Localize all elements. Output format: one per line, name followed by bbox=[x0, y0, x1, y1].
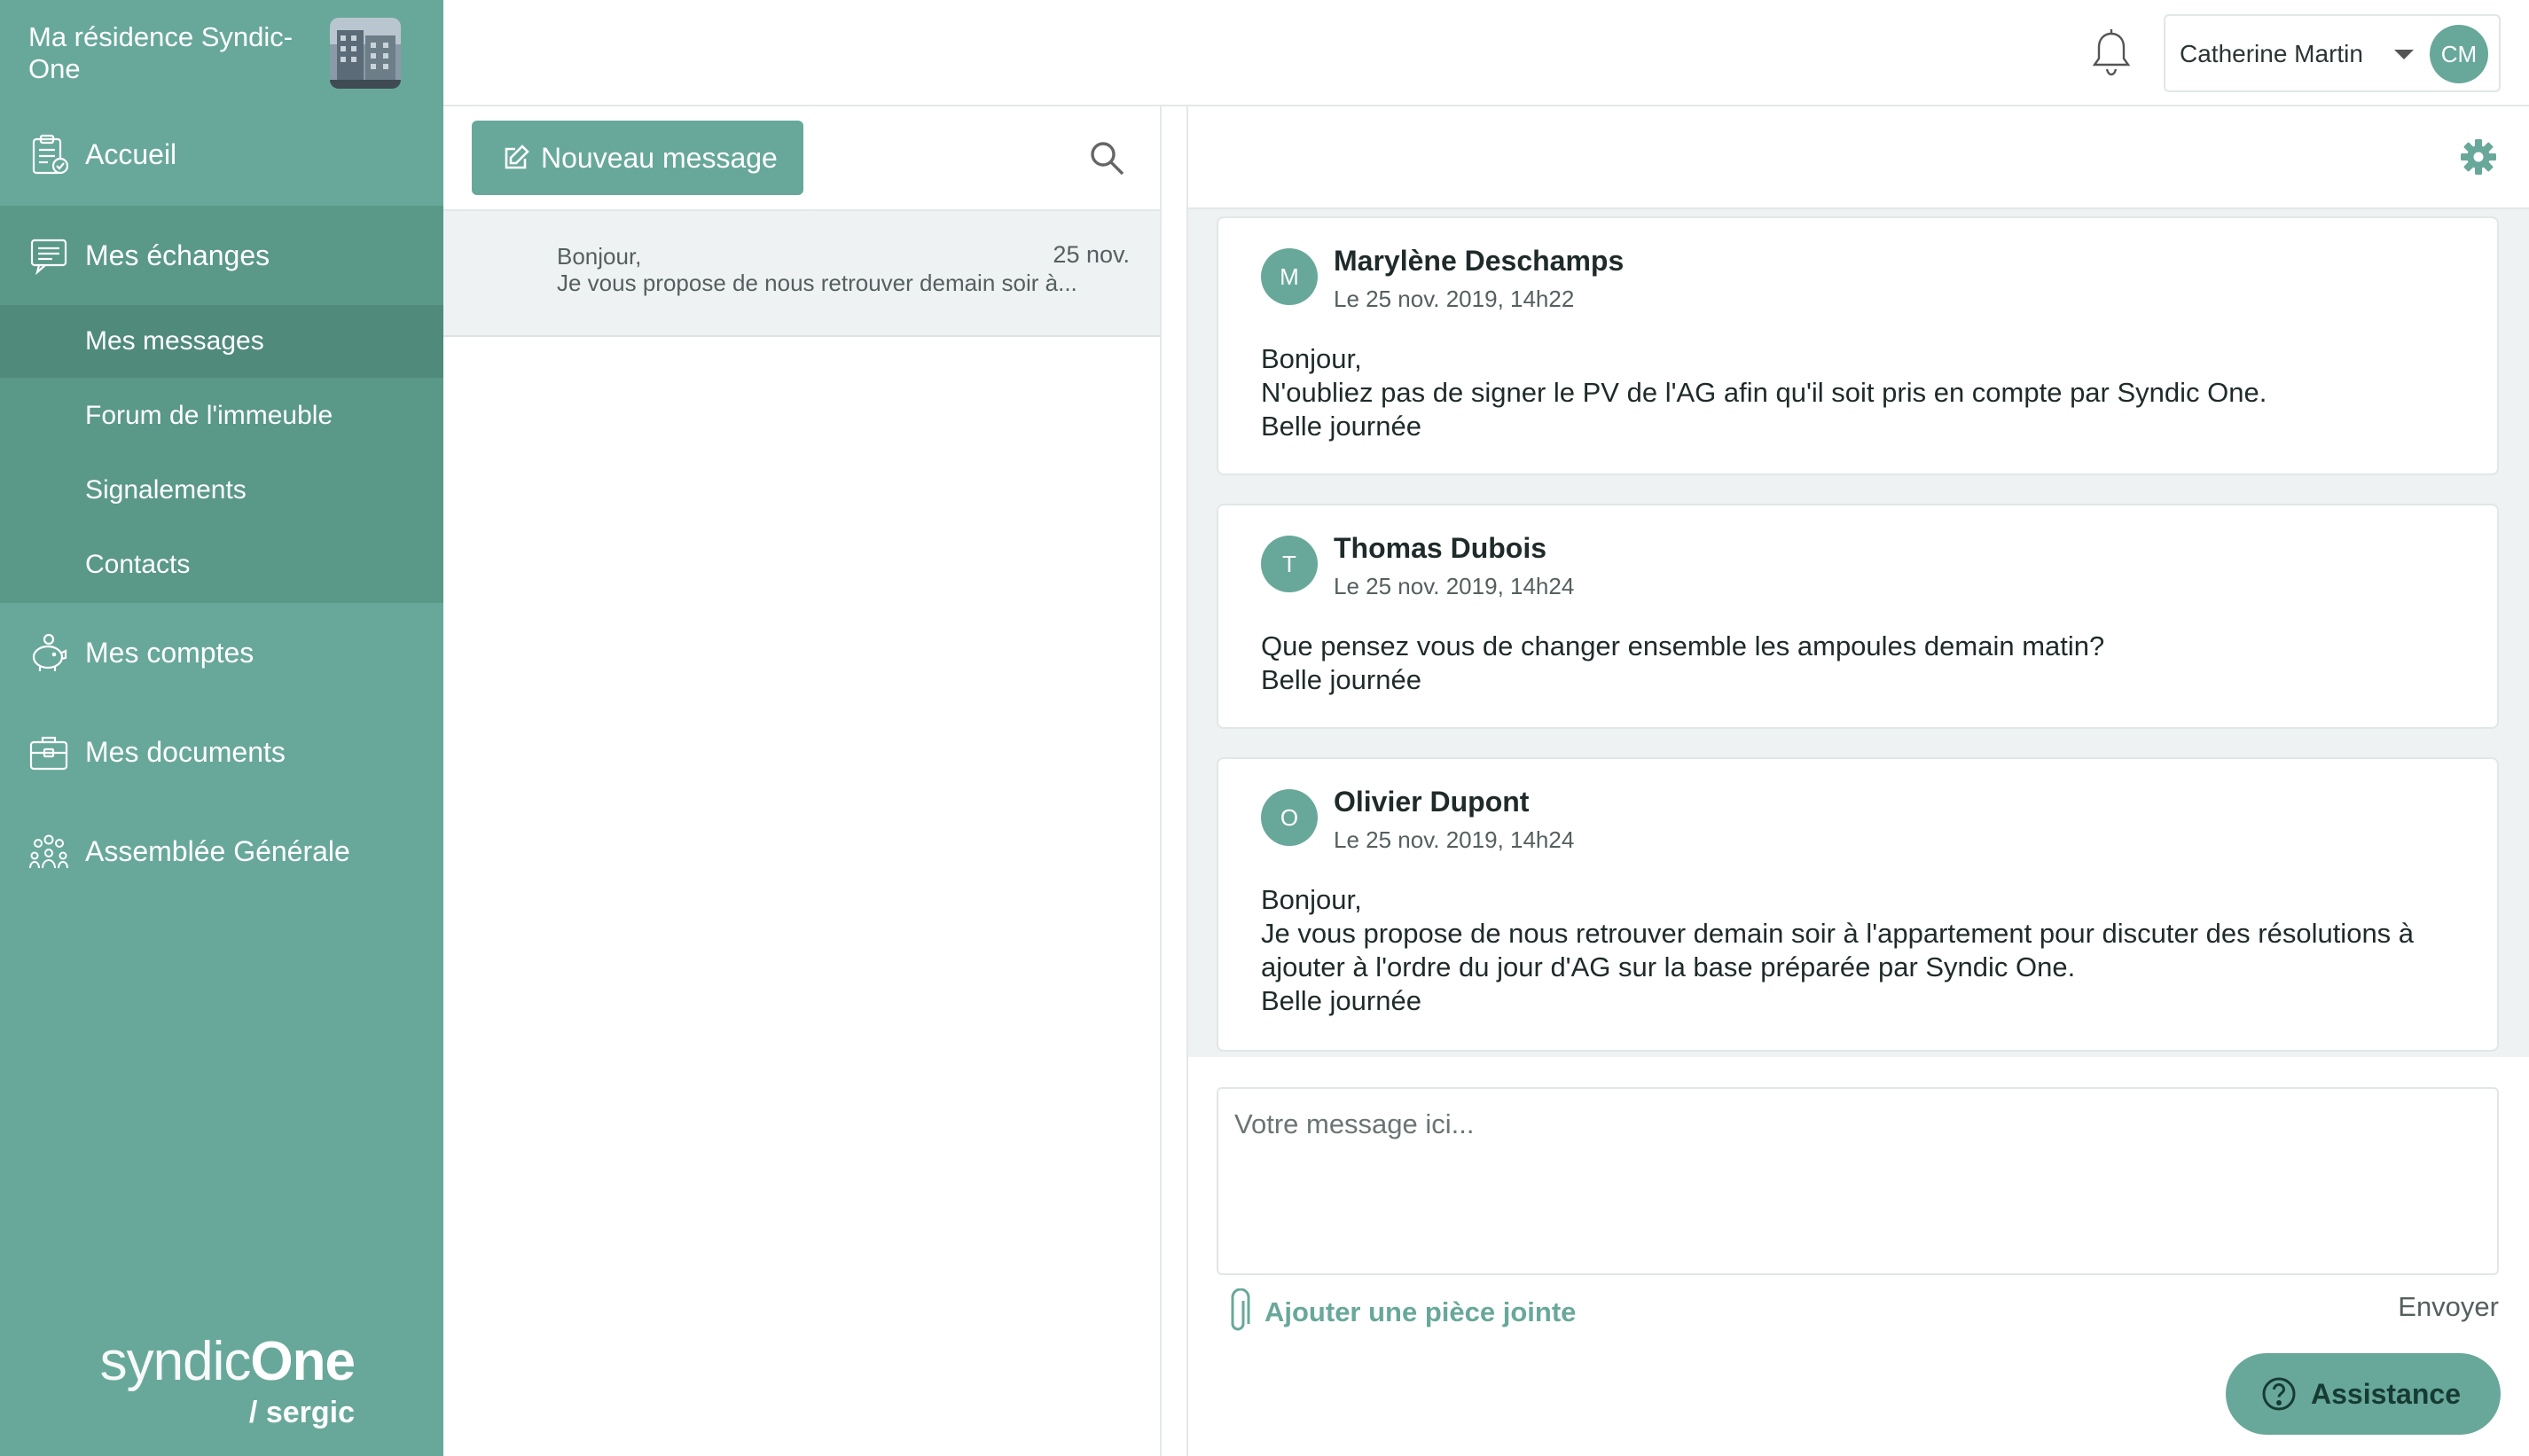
nav-comptes-label: Mes comptes bbox=[85, 636, 254, 669]
assistance-button[interactable]: Assistance bbox=[2226, 1353, 2501, 1435]
gear-icon[interactable] bbox=[2458, 137, 2499, 177]
help-circle-icon bbox=[2262, 1377, 2296, 1411]
brand-logo: syndicOne / sergic bbox=[89, 1330, 364, 1436]
conversation-date: 25 nov. bbox=[1053, 241, 1130, 268]
message-line: Je vous propose de nous retrouver demain… bbox=[1261, 918, 2415, 982]
sub-item-contacts-label: Contacts bbox=[85, 550, 191, 579]
message-line: Que pensez vous de changer ensemble les … bbox=[1261, 630, 2105, 661]
clipboard-icon bbox=[32, 134, 69, 175]
residence-name: Ma résidence Syndic-One bbox=[28, 21, 294, 84]
nav-echanges-label: Mes échanges bbox=[85, 239, 270, 271]
echanges-submenu: Mes messages Forum de l'immeuble Signale… bbox=[0, 305, 443, 603]
message-line: Bonjour, bbox=[1261, 884, 1362, 915]
brand-word1: syndic bbox=[99, 1331, 252, 1392]
message-date: Le 25 nov. 2019, 14h24 bbox=[1334, 826, 1575, 853]
bell-icon[interactable] bbox=[2089, 27, 2134, 80]
new-message-label: Nouveau message bbox=[541, 142, 778, 174]
sidebar: Ma résidence Syndic-One Accueil Mes écha… bbox=[0, 0, 443, 1456]
message-text: Bonjour, Je vous propose de nous retrouv… bbox=[1261, 883, 2467, 1018]
list-toolbar: Nouveau message bbox=[443, 106, 1160, 211]
nav-accueil-label: Accueil bbox=[85, 137, 177, 170]
message-line: N'oubliez pas de signer le PV de l'AG af… bbox=[1261, 377, 2267, 408]
assistance-label: Assistance bbox=[2311, 1378, 2461, 1410]
conversation-preview: Je vous propose de nous retrouver demain… bbox=[557, 270, 1077, 296]
sub-item-forum-label: Forum de l'immeuble bbox=[85, 401, 333, 430]
message-text: Que pensez vous de changer ensemble les … bbox=[1261, 630, 2467, 697]
sub-item-contacts[interactable]: Contacts bbox=[0, 528, 443, 601]
thread-header bbox=[1188, 106, 2529, 209]
message-line: Belle journée bbox=[1261, 664, 1421, 695]
conversation-item[interactable]: Bonjour, 25 nov. Je vous propose de nous… bbox=[443, 211, 1160, 337]
message-author: Olivier Dupont bbox=[1334, 786, 1530, 818]
residence-header[interactable]: Ma résidence Syndic-One bbox=[0, 0, 443, 105]
user-menu[interactable]: Catherine Martin CM bbox=[2164, 14, 2501, 92]
chat-icon bbox=[30, 239, 67, 276]
conversation-list-panel: Nouveau message Bonjour, 25 nov. Je vous… bbox=[443, 106, 1162, 1456]
sub-item-signalements-label: Signalements bbox=[85, 475, 247, 505]
sub-item-signalements[interactable]: Signalements bbox=[0, 454, 443, 527]
user-avatar: CM bbox=[2430, 25, 2488, 83]
message-author: Marylène Deschamps bbox=[1334, 245, 1625, 277]
attach-file-label: Ajouter une pièce jointe bbox=[1264, 1296, 1577, 1327]
group-icon bbox=[29, 834, 68, 869]
message-card: T Thomas Dubois Le 25 nov. 2019, 14h24 Q… bbox=[1217, 504, 2499, 729]
paperclip-icon bbox=[1231, 1288, 1250, 1331]
brand-word2: One bbox=[250, 1331, 356, 1392]
nav-assemblee[interactable]: Assemblée Générale bbox=[0, 802, 443, 901]
message-card: O Olivier Dupont Le 25 nov. 2019, 14h24 … bbox=[1217, 757, 2499, 1052]
sub-item-messages-label: Mes messages bbox=[85, 326, 264, 356]
user-name: Catherine Martin bbox=[2180, 40, 2363, 67]
message-author: Thomas Dubois bbox=[1334, 532, 1547, 564]
thread-messages[interactable]: M Marylène Deschamps Le 25 nov. 2019, 14… bbox=[1188, 209, 2529, 1057]
message-date: Le 25 nov. 2019, 14h22 bbox=[1334, 286, 1575, 312]
message-avatar: T bbox=[1261, 536, 1318, 592]
nav-comptes[interactable]: Mes comptes bbox=[0, 603, 443, 702]
search-icon[interactable] bbox=[1087, 138, 1128, 179]
residence-photo bbox=[330, 18, 401, 89]
brand-wordmark: syndicOne bbox=[99, 1330, 356, 1393]
message-line: Belle journée bbox=[1261, 411, 1421, 442]
thread-panel: M Marylène Deschamps Le 25 nov. 2019, 14… bbox=[1186, 106, 2529, 1456]
piggy-bank-icon bbox=[32, 633, 67, 671]
message-avatar: O bbox=[1261, 789, 1318, 846]
message-line: Bonjour, bbox=[1261, 343, 1362, 374]
message-text: Bonjour, N'oubliez pas de signer le PV d… bbox=[1261, 342, 2467, 443]
conversation-greeting: Bonjour, bbox=[557, 243, 642, 270]
message-input[interactable] bbox=[1217, 1087, 2499, 1275]
nav-documents-label: Mes documents bbox=[85, 735, 286, 768]
message-card: M Marylène Deschamps Le 25 nov. 2019, 14… bbox=[1217, 216, 2499, 475]
nav-documents[interactable]: Mes documents bbox=[0, 702, 443, 802]
nav-accueil[interactable]: Accueil bbox=[0, 105, 443, 204]
topbar: Catherine Martin CM bbox=[443, 0, 2529, 106]
send-button[interactable]: Envoyer bbox=[2398, 1291, 2499, 1323]
message-line: Belle journée bbox=[1261, 985, 1421, 1016]
brand-sub: / sergic bbox=[248, 1396, 355, 1429]
nav-assemblee-label: Assemblée Générale bbox=[85, 834, 350, 867]
message-date: Le 25 nov. 2019, 14h24 bbox=[1334, 573, 1575, 599]
edit-icon bbox=[505, 145, 529, 169]
nav-echanges[interactable]: Mes échanges bbox=[0, 206, 443, 305]
new-message-button[interactable]: Nouveau message bbox=[472, 121, 803, 195]
attach-file-button[interactable]: Ajouter une pièce jointe bbox=[1225, 1286, 1576, 1339]
caret-down-icon bbox=[2394, 50, 2414, 59]
briefcase-icon bbox=[29, 736, 68, 771]
sub-item-messages[interactable]: Mes messages bbox=[0, 305, 443, 378]
message-avatar: M bbox=[1261, 248, 1318, 305]
sub-item-forum[interactable]: Forum de l'immeuble bbox=[0, 380, 443, 452]
